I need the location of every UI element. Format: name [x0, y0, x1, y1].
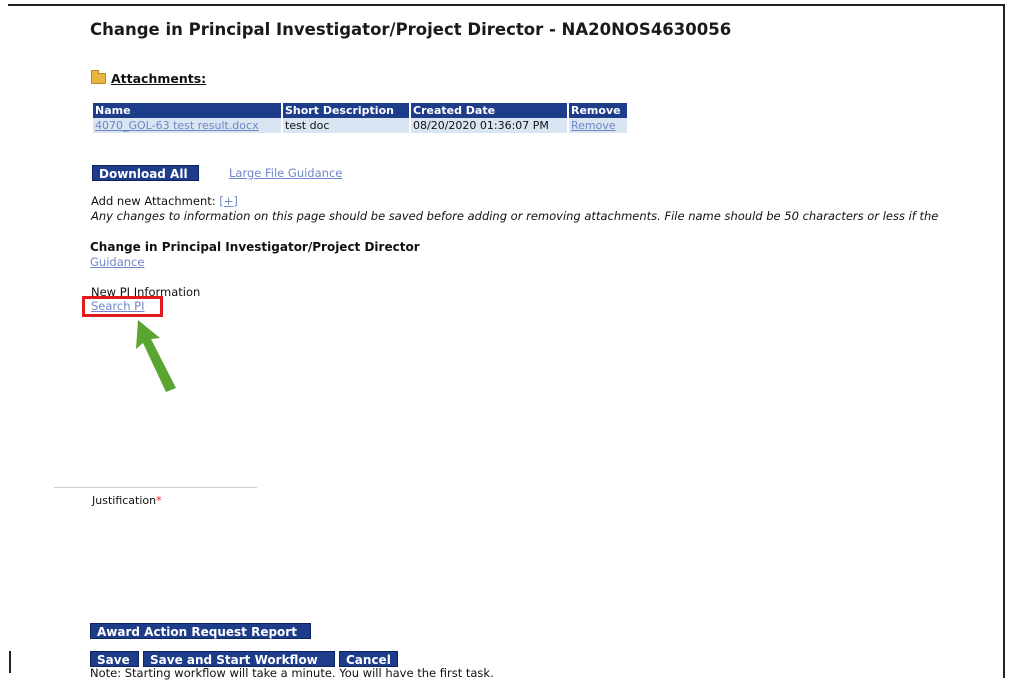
column-header-remove: Remove: [568, 103, 627, 118]
award-action-report-button[interactable]: Award Action Request Report: [90, 623, 311, 639]
large-file-guidance-link[interactable]: Large File Guidance: [229, 166, 342, 180]
justification-label: Justification: [92, 494, 157, 507]
folder-icon: [91, 70, 106, 84]
required-marker: *: [156, 494, 162, 507]
add-attachment-label: Add new Attachment:: [91, 194, 216, 208]
arrow-shape: [136, 320, 176, 392]
save-start-workflow-button[interactable]: Save and Start Workflow: [143, 651, 335, 667]
save-button[interactable]: Save: [90, 651, 139, 667]
add-attachment-plus-link[interactable]: [+]: [219, 194, 238, 208]
divider-line: [54, 487, 257, 488]
column-header-name: Name: [93, 103, 283, 118]
text-cursor: [9, 651, 11, 673]
remove-attachment-link[interactable]: Remove: [568, 118, 627, 133]
attachment-notice: Any changes to information on this page …: [91, 209, 939, 223]
guidance-link[interactable]: Guidance: [90, 255, 144, 269]
page-title: Change in Principal Investigator/Project…: [90, 20, 732, 39]
green-arrow-icon: [136, 320, 176, 392]
attachments-table: Name Short Description Created Date Remo…: [93, 103, 627, 133]
column-header-short-description: Short Description: [282, 103, 411, 118]
section-title: Change in Principal Investigator/Project…: [90, 240, 420, 254]
attachments-heading: Attachments:: [91, 70, 207, 86]
attachment-file-link[interactable]: 4070_GOL-63 test result.docx: [93, 118, 283, 133]
add-attachment-row: Add new Attachment: [+]: [91, 194, 238, 208]
attachments-heading-label: Attachments:: [111, 71, 207, 86]
justification-label-row: Justification*: [92, 494, 162, 507]
download-all-button[interactable]: Download All: [92, 165, 199, 181]
search-pi-highlight-box: [82, 296, 163, 317]
table-row: 4070_GOL-63 test result.docx test doc 08…: [93, 118, 627, 133]
attachment-description: test doc: [282, 118, 411, 133]
attachment-created-date: 08/20/2020 01:36:07 PM: [410, 118, 569, 133]
column-header-created-date: Created Date: [410, 103, 569, 118]
workflow-note: Note: Starting workflow will take a minu…: [90, 666, 494, 680]
cancel-button[interactable]: Cancel: [339, 651, 398, 667]
attachments-table-header: Name Short Description Created Date Remo…: [93, 103, 627, 118]
